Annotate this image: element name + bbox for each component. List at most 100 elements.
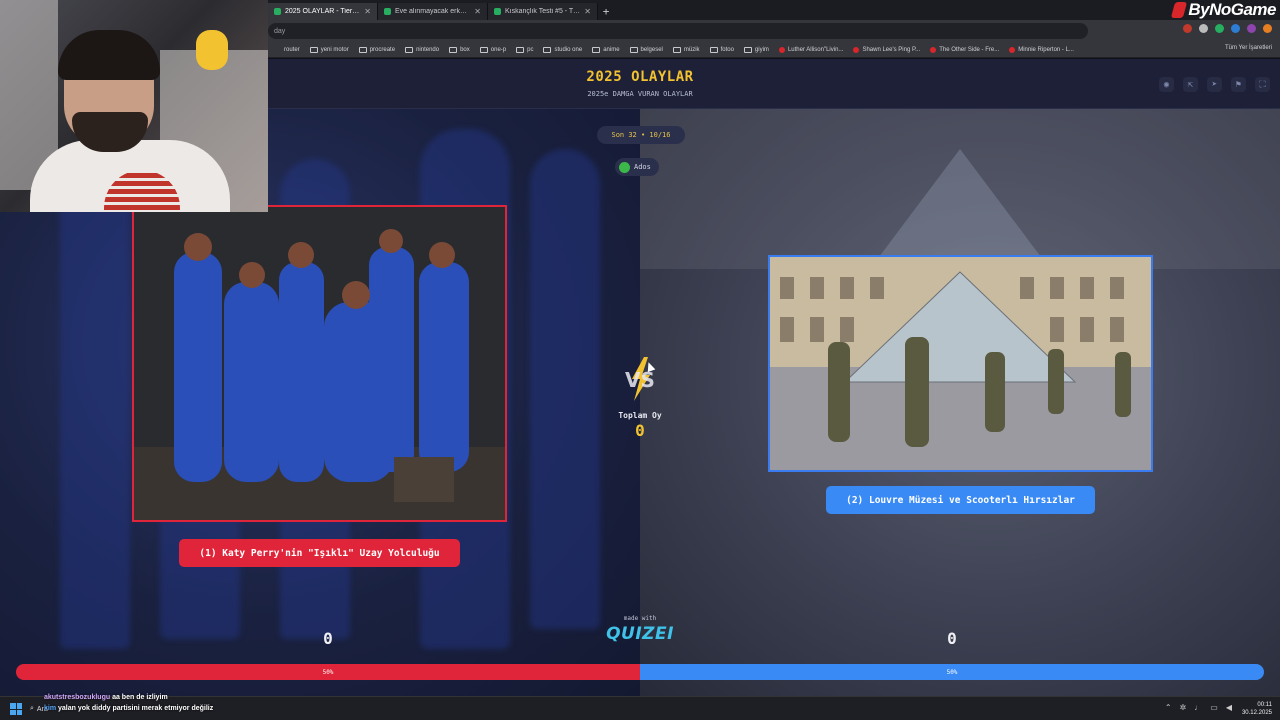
send-icon[interactable]: ➤	[1207, 77, 1222, 92]
youtube-icon	[930, 46, 937, 53]
tab-title: Eve alınmayacak erkek ünlüler	[395, 8, 470, 15]
round-indicator: Son 32 • 10/16	[597, 126, 685, 144]
folder-icon	[449, 46, 458, 53]
vote-progress-bar: 50% 50%	[16, 664, 1264, 680]
bookmark-item[interactable]: Luther Allison"Livin...	[778, 46, 843, 53]
webcam-overlay	[0, 0, 268, 212]
fullscreen-icon[interactable]: ⛶	[1255, 77, 1270, 92]
all-bookmarks-link[interactable]: Tüm Yer İşaretleri	[1225, 45, 1272, 51]
share-icon[interactable]: ⇱	[1183, 77, 1198, 92]
browser-tab[interactable]: Kıskançlık Testi #5 - Tier List | K ✕	[488, 3, 598, 20]
bookmark-folder[interactable]: pc	[516, 46, 533, 53]
total-votes-label: Toplam Oy	[618, 411, 662, 420]
extension-icon[interactable]	[1183, 24, 1192, 33]
browser-tab[interactable]: 2025 OLAYLAR - Tier List, Kör ✕	[268, 3, 378, 20]
new-tab-button[interactable]: +	[598, 3, 614, 20]
bookmark-folder[interactable]: belgesel	[629, 46, 663, 53]
total-votes-value: 0	[635, 421, 645, 440]
bookmark-folder[interactable]: müzik	[672, 46, 700, 53]
bookmark-item[interactable]: router	[284, 47, 300, 53]
chat-username: akutstresbozuklugu	[44, 694, 111, 701]
system-tray: ⌃ ✲ ♩ ▭ ◀	[1165, 703, 1232, 712]
user-name: Ados	[634, 163, 651, 171]
extension-icon[interactable]	[1231, 24, 1240, 33]
youtube-icon	[778, 46, 785, 53]
left-progress-fill: 50%	[16, 664, 640, 680]
profile-avatar[interactable]	[1263, 24, 1272, 33]
folder-icon	[743, 46, 752, 53]
bookmark-folder[interactable]: nintendo	[405, 46, 439, 53]
option-left-image	[134, 207, 505, 520]
bookmark-folder[interactable]: anime	[592, 46, 620, 53]
bookmark-folder[interactable]: giyim	[743, 46, 769, 53]
bookmark-item[interactable]: The Other Side - Fre...	[930, 46, 999, 53]
clock-date: 30.12.2025	[1241, 710, 1272, 716]
extension-icon[interactable]	[1199, 24, 1208, 33]
bookmark-folder[interactable]: procreate	[358, 46, 395, 53]
chat-text: aa ben de izliyim	[112, 694, 168, 701]
right-progress-fill: 50%	[640, 664, 1264, 680]
bg-figure	[530, 149, 600, 629]
option-left-card[interactable]	[132, 205, 507, 522]
close-tab-icon[interactable]: ✕	[364, 7, 371, 16]
bookmark-folder[interactable]: box	[449, 46, 470, 53]
youtube-icon	[853, 46, 860, 53]
tab-favicon-icon	[384, 8, 391, 15]
browser-tab[interactable]: Eve alınmayacak erkek ünlüler ✕	[378, 3, 488, 20]
flag-icon[interactable]: ⚑	[1231, 77, 1246, 92]
folder-icon	[672, 46, 681, 53]
folder-icon	[309, 46, 318, 53]
tab-title: Kıskançlık Testi #5 - Tier List | K	[505, 8, 581, 15]
made-with-text: made with	[623, 615, 657, 622]
bookmark-folder[interactable]: fotoo	[709, 46, 734, 53]
bookmark-item[interactable]: Minnie Riperton - L...	[1009, 46, 1074, 53]
bg-figure	[60, 169, 130, 649]
avatar	[619, 161, 630, 173]
folder-icon	[592, 46, 601, 53]
extension-icon[interactable]	[1215, 24, 1224, 33]
search-icon: ⌕	[30, 705, 34, 712]
close-tab-icon[interactable]: ✕	[474, 7, 481, 16]
tab-title: 2025 OLAYLAR - Tier List, Kör	[285, 8, 360, 15]
clock-time: 00:11	[1257, 702, 1272, 708]
bookmark-item[interactable]: Shawn Lee's Ping P...	[853, 46, 920, 53]
brand-mark-icon	[1171, 2, 1188, 18]
user-badge: Ados	[615, 158, 659, 176]
quizei-logo[interactable]: QUIZEI	[590, 624, 690, 644]
bookmark-folder[interactable]: studio one	[543, 46, 582, 53]
option-right-image	[770, 257, 1151, 470]
brand-name: ByNoGame	[1188, 0, 1276, 19]
left-score: 0	[323, 629, 333, 648]
extension-icon[interactable]	[1247, 24, 1256, 33]
folder-icon	[629, 46, 638, 53]
chat-username: kim	[44, 705, 57, 712]
windows-start-icon[interactable]	[10, 703, 22, 715]
chevron-up-icon[interactable]: ⌃	[1165, 703, 1172, 712]
bookmark-folder[interactable]: yeni motor	[309, 46, 349, 53]
figurine	[196, 30, 228, 70]
folder-icon	[516, 46, 525, 53]
extensions-area	[1183, 24, 1272, 33]
display-icon[interactable]: ▭	[1210, 703, 1218, 712]
settings-icon[interactable]: ✲	[1180, 703, 1187, 712]
option-right-label[interactable]: (2) Louvre Müzesi ve Scooterlı Hırsızlar	[826, 486, 1095, 514]
folder-icon	[479, 46, 488, 53]
url-input[interactable]: day	[268, 23, 1088, 39]
folder-icon	[405, 46, 414, 53]
folder-icon	[709, 46, 718, 53]
brand-logo: ByNoGame	[1171, 0, 1276, 20]
eye-icon[interactable]: ◉	[1159, 77, 1174, 92]
bookmark-folder[interactable]: one-p	[479, 46, 506, 53]
streamer-hair	[58, 30, 160, 80]
chat-message: kim yalan yok diddy partisini merak etmi…	[44, 703, 213, 714]
option-left-label[interactable]: (1) Katy Perry'nin "Işıklı" Uzay Yolculu…	[179, 539, 460, 567]
close-tab-icon[interactable]: ✕	[584, 7, 591, 16]
taskbar-clock[interactable]: 00:11 30.12.2025	[1242, 701, 1272, 717]
chat-text: yalan yok diddy partisini merak etmiyor …	[58, 705, 214, 712]
volume-icon[interactable]: ◀	[1226, 703, 1232, 712]
option-right-card[interactable]	[768, 255, 1153, 472]
microphone-icon[interactable]: ♩	[1194, 703, 1202, 712]
header-actions: ◉ ⇱ ➤ ⚑ ⛶	[1159, 77, 1270, 92]
folder-icon	[358, 46, 367, 53]
tab-favicon-icon	[494, 8, 501, 15]
